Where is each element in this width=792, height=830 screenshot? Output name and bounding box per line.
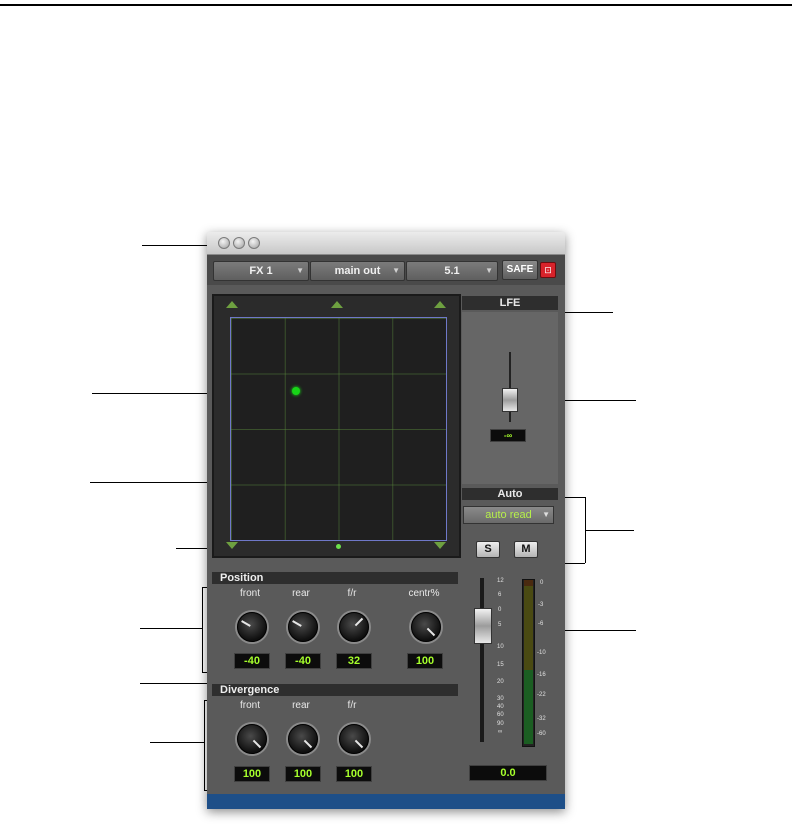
fader-scale-mark: 6	[498, 592, 502, 598]
callout-line	[150, 742, 204, 743]
auto-header: Auto	[462, 488, 558, 500]
lfe-value-display: -∞	[490, 429, 526, 442]
meter-scale-mark: -22	[537, 692, 546, 698]
output-path-selector[interactable]: main out ▼	[310, 261, 405, 281]
window-bottom-bar	[207, 794, 565, 809]
close-icon: ⊡	[544, 265, 552, 275]
fader-scale-mark: 12	[497, 578, 504, 584]
divergence-rear-value[interactable]: 100	[285, 766, 321, 782]
insert-selector[interactable]: FX 1 ▼	[213, 261, 309, 281]
chevron-down-icon: ▼	[542, 510, 550, 519]
minimize-window-icon[interactable]	[233, 237, 245, 249]
callout-line	[142, 245, 212, 246]
window-titlebar[interactable]	[207, 232, 565, 255]
position-front-label: front	[239, 588, 260, 599]
callout-bracket	[204, 700, 205, 790]
divergence-fr-knob[interactable]	[339, 724, 369, 754]
meter-scale-mark: -16	[537, 672, 546, 678]
fader-scale-mark: 90	[497, 721, 504, 727]
lfe-fader-cap[interactable]	[502, 388, 518, 412]
speaker-right-icon	[434, 301, 446, 308]
output-window: FX 1 ▼ main out ▼ 5.1 ▼ SAFE ⊡ LFE -∞ Au…	[207, 232, 565, 809]
callout-bracket	[563, 563, 585, 564]
callout-bracket	[585, 497, 586, 563]
meter-scale-mark: -60	[537, 731, 546, 737]
meter-scale-mark: -3	[538, 602, 544, 608]
format-label: 5.1	[444, 265, 460, 277]
panner-grid[interactable]	[230, 317, 447, 541]
speaker-center-icon	[331, 301, 343, 308]
fader-scale-mark: ∞	[498, 729, 503, 735]
fader-scale-mark: 60	[497, 712, 504, 718]
position-fr-label: f/r	[347, 588, 357, 599]
position-rear-value[interactable]: -40	[285, 653, 321, 669]
callout-line	[586, 530, 634, 531]
divergence-front-label: front	[239, 700, 260, 711]
mute-button[interactable]: M	[514, 541, 538, 558]
position-fr-knob[interactable]	[339, 612, 369, 642]
volume-value-display[interactable]: 0.0	[469, 765, 547, 781]
fader-scale-mark: 40	[497, 704, 504, 710]
volume-fader-cap[interactable]	[474, 608, 492, 644]
output-path-label: main out	[334, 265, 381, 277]
pan-position-dot[interactable]	[292, 387, 300, 395]
chevron-down-icon: ▼	[485, 266, 493, 275]
page-top-rule	[0, 4, 792, 6]
speaker-right-surround-icon	[434, 542, 446, 549]
position-front-knob[interactable]	[237, 612, 267, 642]
format-selector[interactable]: 5.1 ▼	[406, 261, 498, 281]
front-rear-divergence-marker	[336, 544, 341, 549]
speaker-left-surround-icon	[226, 542, 238, 549]
position-fr-value[interactable]: 32	[336, 653, 372, 669]
fader-scale-mark: 10	[497, 644, 504, 650]
position-center-percent-label: centr%	[408, 588, 440, 599]
level-meter	[522, 579, 535, 747]
divergence-fr-label: f/r	[347, 700, 357, 711]
divergence-fr-value[interactable]: 100	[336, 766, 372, 782]
lfe-header: LFE	[462, 296, 558, 310]
callout-line	[140, 628, 202, 629]
safe-button[interactable]: SAFE	[502, 260, 538, 280]
position-header: Position	[212, 572, 458, 584]
position-front-value[interactable]: -40	[234, 653, 270, 669]
meter-segment-yellow	[524, 586, 533, 670]
meter-scale-mark: -32	[537, 716, 546, 722]
fader-scale-mark: 20	[497, 679, 504, 685]
callout-bracket	[563, 497, 585, 498]
fader-scale-mark: 5	[498, 622, 502, 628]
position-center-percent-value[interactable]: 100	[407, 653, 443, 669]
divergence-rear-knob[interactable]	[288, 724, 318, 754]
position-center-percent-knob[interactable]	[411, 612, 441, 642]
meter-scale-mark: -6	[538, 621, 544, 627]
close-output-button[interactable]: ⊡	[540, 262, 556, 278]
divergence-header: Divergence	[212, 684, 458, 696]
automation-mode-label: auto read	[485, 509, 532, 521]
speaker-left-icon	[226, 301, 238, 308]
insert-selector-label: FX 1	[249, 265, 273, 277]
meter-segment-green	[524, 670, 533, 744]
volume-fader-track[interactable]	[480, 578, 484, 742]
surround-panner[interactable]	[212, 294, 461, 558]
position-rear-knob[interactable]	[288, 612, 318, 642]
meter-scale-mark: -10	[537, 650, 546, 656]
divergence-front-value[interactable]: 100	[234, 766, 270, 782]
chevron-down-icon: ▼	[296, 266, 304, 275]
callout-bracket	[202, 587, 203, 672]
divergence-rear-label: rear	[292, 700, 310, 711]
lfe-section: -∞	[462, 312, 558, 484]
position-rear-label: rear	[292, 588, 310, 599]
fader-scale-mark: 30	[497, 696, 504, 702]
close-window-icon[interactable]	[218, 237, 230, 249]
zoom-window-icon[interactable]	[248, 237, 260, 249]
fader-scale-mark: 0	[498, 607, 502, 613]
fader-scale-mark: 15	[497, 662, 504, 668]
chevron-down-icon: ▼	[392, 266, 400, 275]
divergence-front-knob[interactable]	[237, 724, 267, 754]
solo-button[interactable]: S	[476, 541, 500, 558]
meter-scale-mark: 0	[540, 580, 544, 586]
automation-mode-selector[interactable]: auto read ▼	[463, 506, 554, 524]
